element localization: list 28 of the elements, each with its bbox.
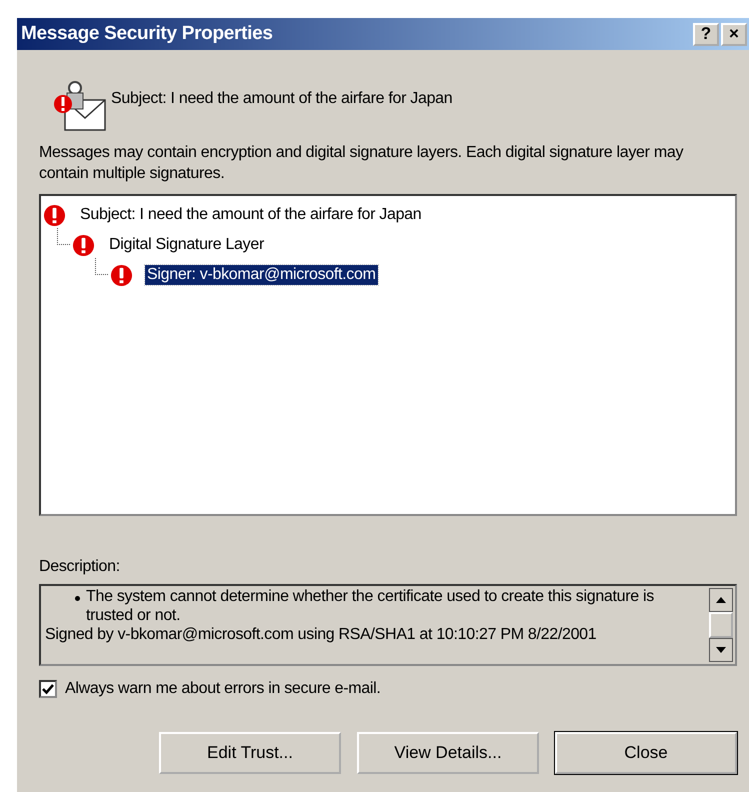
dialog-button[interactable]: View Details... (357, 732, 539, 774)
description-label: Description: (39, 558, 121, 576)
close-button[interactable]: × (721, 22, 747, 46)
help-button[interactable]: ? (693, 22, 719, 46)
security-tree[interactable]: Subject: I need the amount of the airfare for Japan Digital Signature Layer Signer: v-bkomar@microsoft.com (39, 194, 737, 516)
tree-connector (57, 228, 70, 245)
checkbox[interactable] (39, 680, 57, 698)
description-text: Signed by v-bkomar@microsoft.com using RSA/SHA1 at 10:10:27 PM 8/22/2001 (45, 626, 596, 643)
dialog-button[interactable]: Edit Trust... (159, 732, 341, 774)
window-title: Message Security Properties (21, 23, 273, 45)
scroll-up-icon[interactable] (709, 588, 733, 612)
error-icon (43, 204, 66, 226)
secure-envelope-icon (53, 78, 109, 134)
scroll-thumb[interactable] (709, 612, 733, 638)
message-subject: Subject: I need the amount of the airfare for Japan (111, 90, 452, 108)
tree-connector (95, 258, 108, 275)
bullet-icon (75, 596, 80, 601)
error-icon (72, 234, 95, 256)
scroll-bar[interactable] (707, 586, 735, 664)
tree-item[interactable]: Signer: v-bkomar@microsoft.com (145, 265, 378, 285)
tree-item[interactable]: Digital Signature Layer (107, 235, 266, 255)
description-text: The system cannot determine whether the certificate used to create this signature is trusted or not. (86, 587, 655, 625)
error-icon (110, 264, 133, 286)
tree-item[interactable]: Subject: I need the amount of the airfare for Japan (78, 205, 424, 225)
intro-text: Messages may contain encryption and digital signature layers. Each digital signature layer may contain multiple signatures. (39, 143, 684, 184)
dialog-button[interactable]: Close (555, 732, 737, 774)
checkbox-label: Always warn me about errors in secure e-mail. (65, 680, 381, 698)
scroll-down-icon[interactable] (709, 638, 733, 662)
